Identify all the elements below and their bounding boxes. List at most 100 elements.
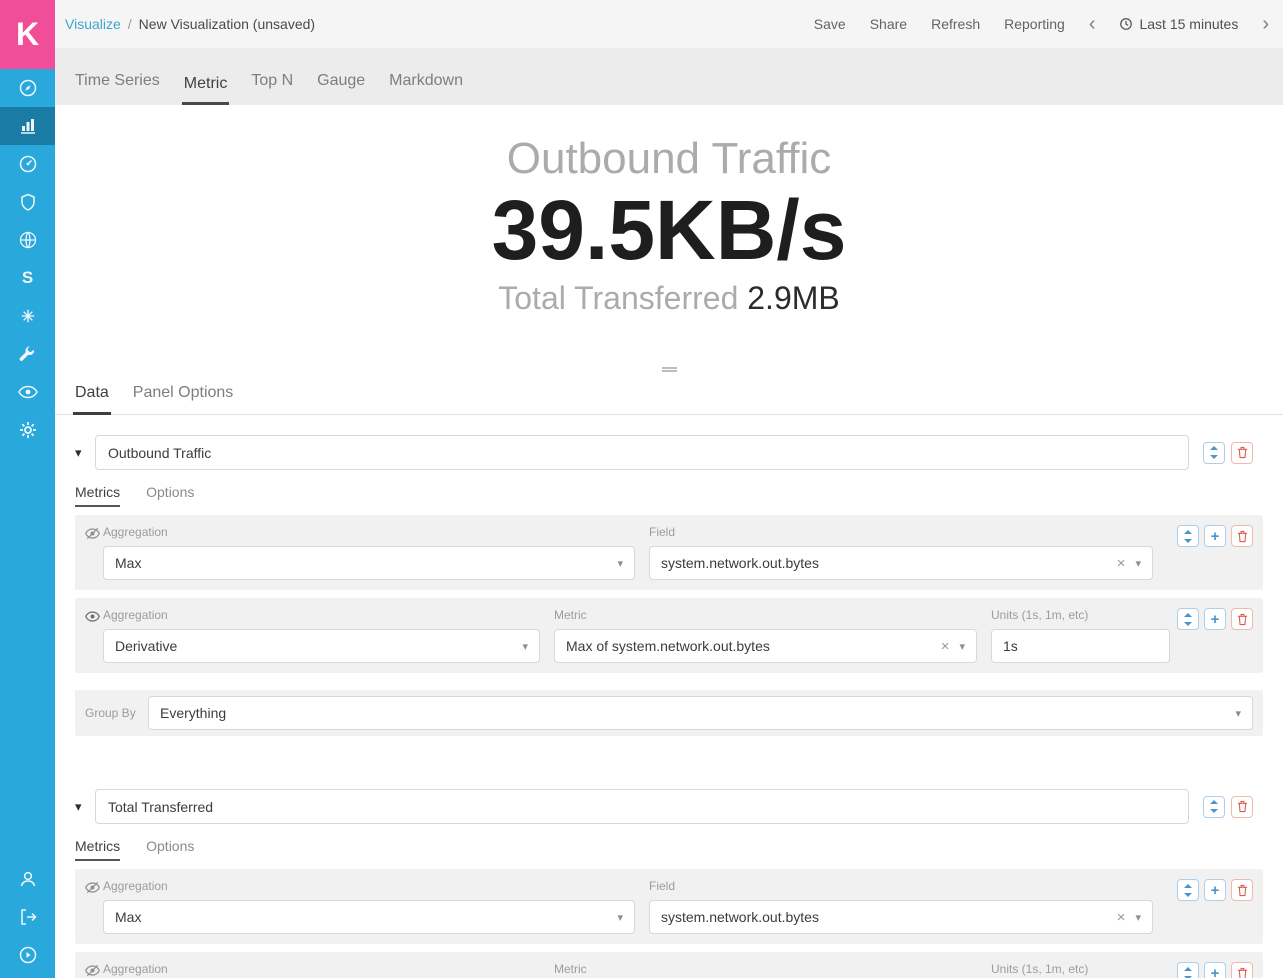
series-label-input[interactable] (95, 435, 1189, 470)
series-delete-button[interactable] (1231, 442, 1253, 464)
units-input[interactable] (991, 629, 1170, 663)
aggregation-select[interactable]: Derivative ▾ (103, 629, 540, 663)
clear-icon[interactable]: × (1117, 555, 1126, 572)
agg-add-button[interactable]: + (1204, 962, 1226, 978)
sidebar-item-sentinl[interactable]: S (0, 259, 55, 297)
sidebar-item-user[interactable] (0, 860, 55, 898)
sparkle-icon (19, 307, 37, 325)
refresh-button[interactable]: Refresh (931, 16, 980, 32)
sort-icon (1183, 613, 1193, 626)
metric-visibility-toggle[interactable] (85, 608, 103, 663)
sidebar-item-dashboard[interactable] (0, 145, 55, 183)
metric-select[interactable]: Max of system.network.out.bytes × ▾ (554, 629, 977, 663)
kibana-logo-mark: K (16, 16, 39, 53)
tab-markdown[interactable]: Markdown (387, 72, 465, 105)
agg-add-button[interactable]: + (1204, 879, 1226, 901)
clear-icon[interactable]: × (941, 638, 950, 655)
plus-icon: + (1211, 883, 1220, 898)
sidebar-item-dev-tools[interactable] (0, 335, 55, 373)
series-sort-button[interactable] (1203, 796, 1225, 818)
group-by-select-value: Everything (160, 705, 226, 721)
series-sort-button[interactable] (1203, 442, 1225, 464)
plus-icon: + (1211, 966, 1220, 978)
tab-time-series[interactable]: Time Series (73, 72, 162, 105)
resize-handle[interactable] (55, 358, 1283, 380)
metric-visibility-toggle[interactable] (85, 525, 103, 580)
group-by-label: Group By (85, 706, 148, 720)
series-delete-button[interactable] (1231, 796, 1253, 818)
subtab-options[interactable]: Options (146, 484, 194, 507)
eye-slash-icon (85, 963, 100, 978)
series-collapse-caret[interactable]: ▾ (75, 799, 95, 815)
agg-sort-button[interactable] (1177, 962, 1199, 978)
agg-sort-button[interactable] (1177, 879, 1199, 901)
sidebar-item-timelion[interactable] (0, 183, 55, 221)
agg-delete-button[interactable] (1231, 525, 1253, 547)
field-label: Field (649, 879, 1153, 893)
aggregation-label: Aggregation (103, 962, 540, 976)
chevron-down-icon: ▾ (1235, 707, 1241, 720)
agg-delete-button[interactable] (1231, 608, 1253, 630)
tab-panel-options[interactable]: Panel Options (131, 380, 236, 415)
reporting-button[interactable]: Reporting (1004, 16, 1065, 32)
sidebar-item-management[interactable] (0, 411, 55, 449)
sidebar-item-maps[interactable] (0, 221, 55, 259)
series-subtabs: Metrics Options (75, 484, 1283, 507)
kibana-logo[interactable]: K (0, 0, 55, 69)
breadcrumb-visualize-link[interactable]: Visualize (65, 16, 121, 32)
time-picker-button[interactable]: Last 15 minutes (1119, 16, 1238, 32)
clock-icon (1119, 17, 1133, 31)
agg-sort-button[interactable] (1177, 525, 1199, 547)
metric-title: Outbound Traffic (55, 131, 1283, 186)
aggregation-select[interactable]: Max ▾ (103, 546, 635, 580)
editor-tabs: Data Panel Options (55, 380, 1283, 415)
share-button[interactable]: Share (870, 16, 907, 32)
sidebar-item-monitoring[interactable] (0, 373, 55, 411)
series-collapse-caret[interactable]: ▾ (75, 445, 95, 461)
clear-icon[interactable]: × (1117, 909, 1126, 926)
tab-top-n[interactable]: Top N (249, 72, 295, 105)
save-button[interactable]: Save (814, 16, 846, 32)
subtab-metrics[interactable]: Metrics (75, 484, 120, 507)
bar-chart-icon (18, 116, 38, 136)
subtab-metrics[interactable]: Metrics (75, 838, 120, 861)
tab-metric[interactable]: Metric (182, 75, 230, 105)
agg-add-button[interactable]: + (1204, 608, 1226, 630)
tab-data[interactable]: Data (73, 380, 111, 415)
aggregation-select[interactable]: Max ▾ (103, 900, 635, 934)
sidebar-item-machine-learning[interactable] (0, 297, 55, 335)
sidebar-item-collapse[interactable] (0, 936, 55, 974)
sidebar-item-discover[interactable] (0, 69, 55, 107)
aggregation-label: Aggregation (103, 525, 635, 539)
agg-delete-button[interactable] (1231, 879, 1253, 901)
agg-sort-button[interactable] (1177, 608, 1199, 630)
sidebar-item-logout[interactable] (0, 898, 55, 936)
aggregation-actions: + (1177, 962, 1253, 978)
series-actions (1203, 442, 1253, 464)
field-select[interactable]: system.network.out.bytes × ▾ (649, 900, 1153, 934)
series-label-input[interactable] (95, 789, 1189, 824)
tab-gauge[interactable]: Gauge (315, 72, 367, 105)
aggregation-select-value: Max (115, 909, 141, 925)
gear-icon (18, 420, 38, 440)
agg-delete-button[interactable] (1231, 962, 1253, 978)
sort-icon (1209, 800, 1219, 813)
metric-visibility-toggle[interactable] (85, 879, 103, 934)
top-bar-actions: Save Share Refresh Reporting ‹ Last 15 m… (814, 14, 1269, 34)
globe-icon (18, 230, 38, 250)
units-label: Units (1s, 1m, etc) (991, 962, 1170, 976)
time-forward-button[interactable]: › (1262, 14, 1269, 34)
agg-add-button[interactable]: + (1204, 525, 1226, 547)
field-select[interactable]: system.network.out.bytes × ▾ (649, 546, 1153, 580)
time-back-button[interactable]: ‹ (1089, 14, 1096, 34)
user-icon (18, 869, 38, 889)
sidebar-item-visualize[interactable] (0, 107, 55, 145)
subtab-options[interactable]: Options (146, 838, 194, 861)
aggregation-select-value: Derivative (115, 638, 177, 654)
metric-visibility-toggle[interactable] (85, 962, 103, 978)
chevron-down-icon: ▾ (522, 640, 528, 653)
eye-icon (18, 382, 38, 402)
chevron-down-icon: ▾ (617, 557, 623, 570)
group-by-select[interactable]: Everything ▾ (148, 696, 1253, 730)
sort-icon (1209, 446, 1219, 459)
